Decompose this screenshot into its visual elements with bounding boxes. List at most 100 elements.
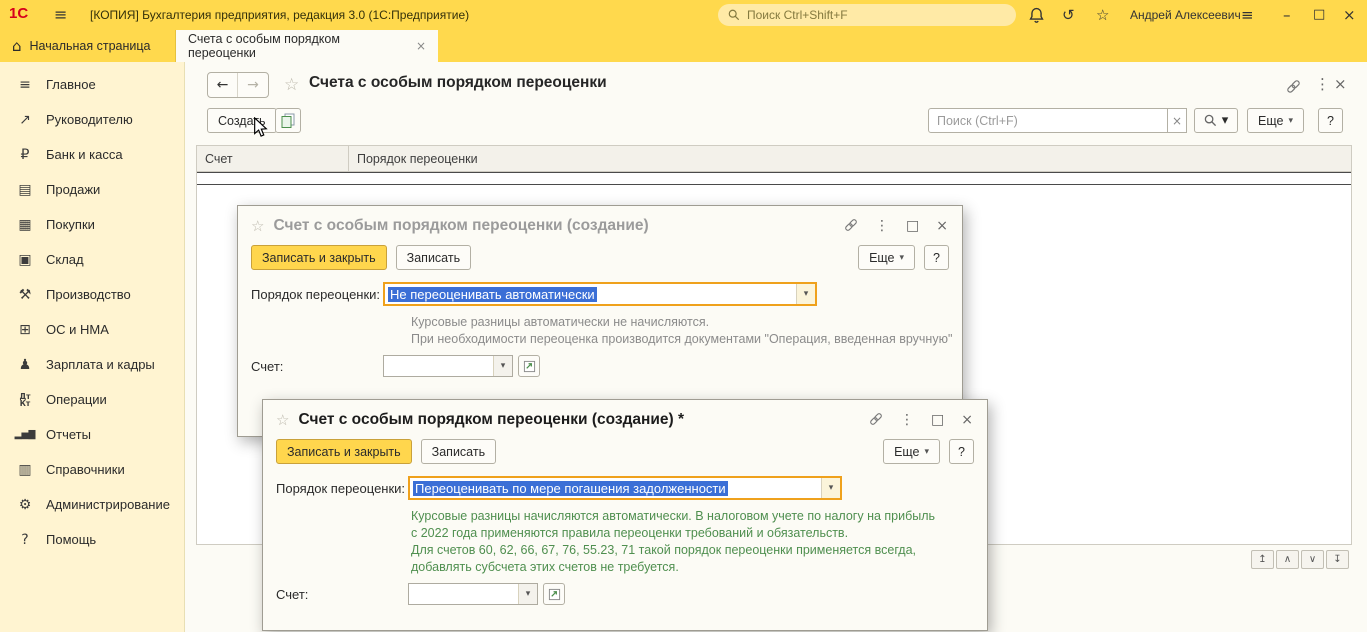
get-link-icon[interactable]: [869, 412, 883, 429]
more-dots-icon[interactable]: ⋮: [900, 412, 914, 428]
close-window-icon[interactable]: ×: [1343, 6, 1356, 24]
dialog-more-button[interactable]: Еще ▾: [858, 245, 916, 270]
page-title: Счета с особым порядком переоценки: [309, 74, 607, 91]
main-section-icon: ≡: [19, 76, 31, 93]
hint-line: Для счетов 60, 62, 66, 67, 76, 55.23, 71…: [411, 543, 917, 557]
save-and-close-button[interactable]: Записать и закрыть: [276, 439, 412, 464]
revaluation-order-combobox[interactable]: Переоценивать по мере погашения задолжен…: [408, 476, 842, 500]
column-header-revaluation-order[interactable]: Порядок переоценки: [349, 152, 1351, 166]
sidebar-item-main[interactable]: ≡ Главное: [0, 67, 184, 102]
account-row: Счет: ▾: [238, 355, 962, 377]
sidebar-item-label: Продажи: [46, 182, 101, 197]
sidebar-item-operations[interactable]: Дт Кт Операции: [0, 382, 184, 417]
combo-dropdown-icon[interactable]: ▾: [821, 478, 840, 498]
combo-dropdown-icon[interactable]: ▾: [518, 584, 537, 604]
home-icon: ⌂: [12, 37, 22, 55]
person-icon: ♟: [18, 356, 32, 373]
create-button[interactable]: Создать: [207, 108, 277, 133]
hint-line: Курсовые разницы автоматически не начисл…: [411, 315, 710, 329]
sidebar-item-directories[interactable]: ▥ Справочники: [0, 452, 184, 487]
page-up-button[interactable]: ∧: [1276, 550, 1299, 569]
dropdown-icon: ▾: [1288, 115, 1293, 126]
dialog-command-bar: Записать и закрыть Записать Еще ▾ ?: [238, 245, 962, 270]
sidebar-item-label: Главное: [46, 77, 96, 92]
list-more-button[interactable]: Еще ▾: [1247, 108, 1304, 133]
global-search-input[interactable]: Поиск Ctrl+Shift+F: [718, 4, 1016, 26]
revaluation-order-label: Порядок переоценки:: [276, 480, 406, 496]
favorites-star-icon[interactable]: ☆: [251, 217, 264, 235]
combo-dropdown-icon[interactable]: ▾: [796, 284, 815, 304]
search-button[interactable]: ▾: [1194, 108, 1238, 133]
tab-home-page[interactable]: ⌂ Начальная страница: [0, 30, 176, 62]
close-icon[interactable]: ×: [936, 218, 948, 234]
search-input[interactable]: [928, 108, 1168, 133]
notifications-bell-icon[interactable]: [1029, 7, 1044, 28]
sidebar-item-production[interactable]: ⚒ Производство: [0, 277, 184, 312]
revaluation-order-row: Порядок переоценки: Переоценивать по мер…: [263, 476, 987, 500]
combo-dropdown-icon[interactable]: ▾: [493, 356, 512, 376]
get-link-icon[interactable]: [1286, 79, 1301, 97]
back-icon[interactable]: ←: [208, 73, 238, 97]
page-down-button[interactable]: ∨: [1301, 550, 1324, 569]
sidebar-item-bank-cash[interactable]: ₽ Банк и касса: [0, 137, 184, 172]
dialog-help-button[interactable]: ?: [924, 245, 949, 270]
sidebar-item-administration[interactable]: ⚙ Администрирование: [0, 487, 184, 522]
sidebar-item-sales[interactable]: ▤ Продажи: [0, 172, 184, 207]
sidebar-item-purchases[interactable]: ▦ Покупки: [0, 207, 184, 242]
hint-line: Курсовые разницы начисляются автоматичес…: [411, 509, 936, 523]
sidebar-item-fixed-assets[interactable]: ⊞ ОС и НМА: [0, 312, 184, 347]
sidebar-item-label: Операции: [46, 392, 107, 407]
add-to-favorites-star-icon[interactable]: ☆: [284, 75, 299, 95]
go-first-row-button[interactable]: ↥: [1251, 550, 1274, 569]
sidebar-item-payroll-hr[interactable]: ♟ Зарплата и кадры: [0, 347, 184, 382]
window-titlebar: 1С ≡ [КОПИЯ] Бухгалтерия предприятия, ре…: [0, 0, 1367, 30]
sidebar-item-label: Руководителю: [46, 112, 133, 127]
account-open-button[interactable]: [518, 355, 540, 377]
history-icon[interactable]: ↺: [1062, 6, 1075, 24]
form-more-dots-icon[interactable]: ⋮: [1315, 75, 1330, 93]
help-icon: ?: [21, 531, 29, 548]
more-button-label: Еще: [869, 250, 895, 265]
more-dots-icon[interactable]: ⋮: [875, 218, 889, 234]
tab-revaluation-accounts[interactable]: Счета с особым порядком переоценки ×: [176, 30, 438, 62]
sidebar-item-reports[interactable]: ▂▅▇ Отчеты: [0, 417, 184, 452]
minimize-window-icon[interactable]: –: [1283, 6, 1291, 24]
sidebar-item-warehouse[interactable]: ▣ Склад: [0, 242, 184, 277]
account-open-button[interactable]: [543, 583, 565, 605]
maximize-icon[interactable]: □: [931, 412, 944, 428]
current-user-name[interactable]: Андрей Алексеевич: [1130, 8, 1241, 22]
save-button[interactable]: Записать: [395, 245, 472, 270]
go-last-row-button[interactable]: ↧: [1326, 550, 1349, 569]
list-navigation-buttons: ↥ ∧ ∨ ↧: [1251, 550, 1349, 569]
main-menu-icon[interactable]: ≡: [54, 5, 67, 24]
save-and-close-button[interactable]: Записать и закрыть: [251, 245, 387, 270]
create-by-copying-button[interactable]: [275, 108, 301, 133]
form-close-icon[interactable]: ×: [1334, 75, 1347, 93]
account-combobox[interactable]: ▾: [408, 583, 538, 605]
get-link-icon[interactable]: [844, 218, 858, 235]
sidebar-item-help[interactable]: ? Помощь: [0, 522, 184, 557]
favorites-star-icon[interactable]: ☆: [276, 411, 289, 429]
search-clear-icon[interactable]: ×: [1168, 108, 1187, 133]
sidebar-item-label: ОС и НМА: [46, 322, 109, 337]
account-combobox[interactable]: ▾: [383, 355, 513, 377]
table-row[interactable]: [197, 172, 1351, 185]
personalization-menu-icon[interactable]: ≡: [1241, 6, 1254, 24]
dialog-more-button[interactable]: Еще ▾: [883, 439, 941, 464]
revaluation-hint-text: Курсовые разницы начисляются автоматичес…: [411, 508, 987, 576]
sidebar-item-manager[interactable]: ↗ Руководителю: [0, 102, 184, 137]
revaluation-order-value: Переоценивать по мере погашения задолжен…: [413, 480, 728, 496]
tab-close-icon[interactable]: ×: [416, 39, 426, 53]
dialog-help-button[interactable]: ?: [949, 439, 974, 464]
favorites-star-icon[interactable]: ☆: [1096, 6, 1109, 24]
save-button[interactable]: Записать: [420, 439, 497, 464]
sidebar-item-label: Зарплата и кадры: [46, 357, 155, 372]
dialog-create-revaluation-account-2: ☆ Счет с особым порядком переоценки (соз…: [262, 399, 988, 631]
maximize-window-icon[interactable]: □: [1313, 7, 1325, 22]
column-header-account[interactable]: Счет: [197, 146, 349, 171]
close-icon[interactable]: ×: [961, 412, 973, 428]
list-help-button[interactable]: ?: [1318, 108, 1343, 133]
dropdown-icon: ▾: [924, 446, 930, 457]
revaluation-order-combobox[interactable]: Не переоценивать автоматически ▾: [383, 282, 817, 306]
maximize-icon[interactable]: □: [906, 218, 919, 234]
